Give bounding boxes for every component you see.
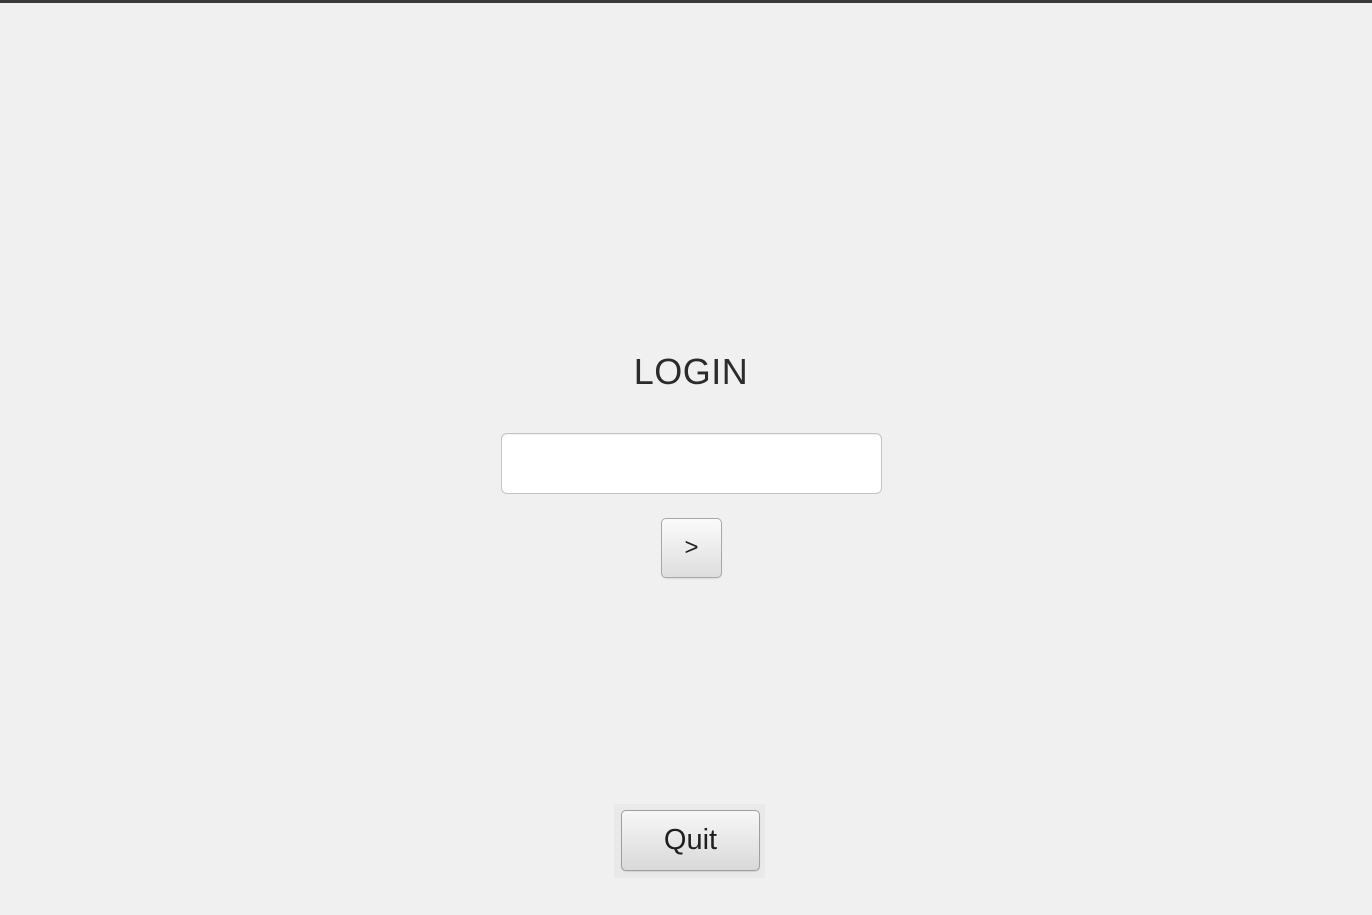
quit-button[interactable]: Quit — [621, 810, 760, 871]
submit-button[interactable]: > — [661, 518, 722, 578]
login-title: LOGIN — [633, 351, 749, 392]
login-input[interactable] — [501, 433, 882, 494]
window-top-border — [0, 0, 1372, 3]
